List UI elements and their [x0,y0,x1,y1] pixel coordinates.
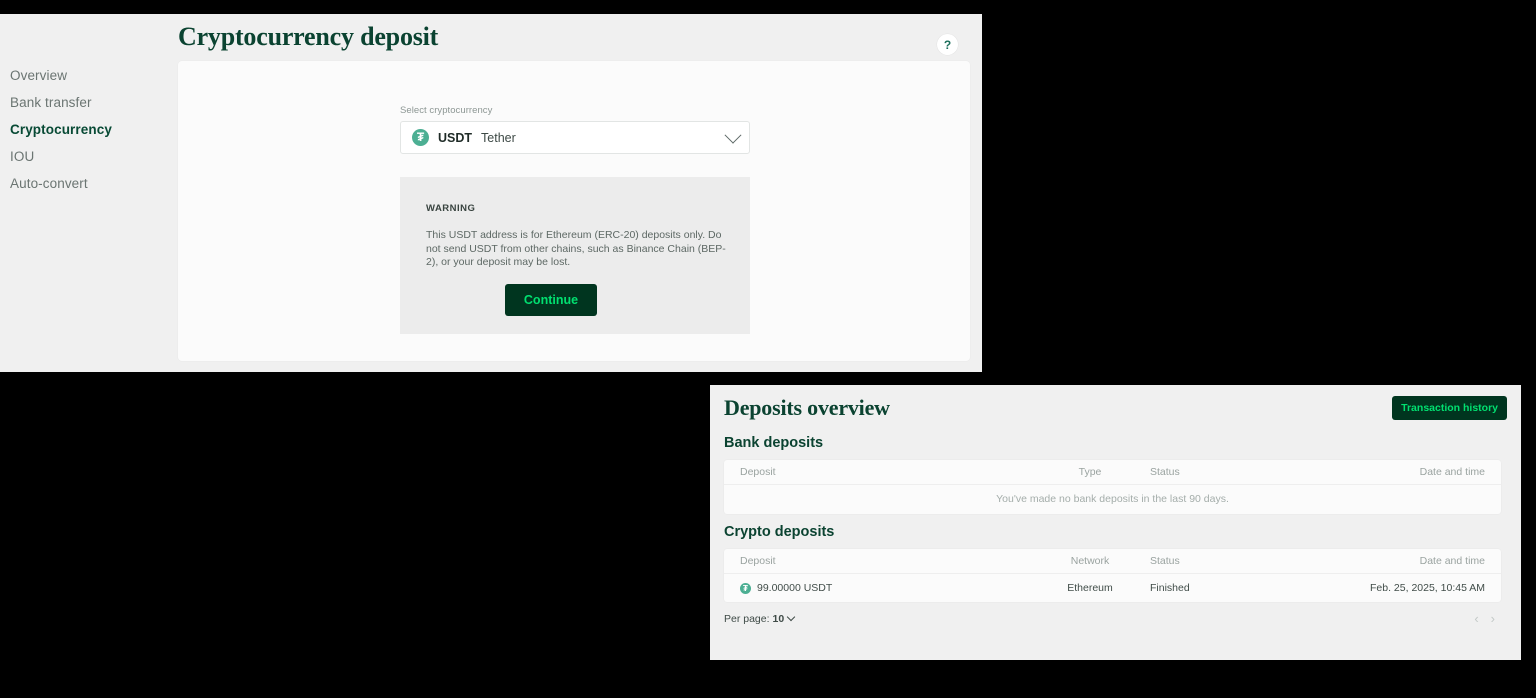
column-header-status: Status [1150,555,1180,567]
tether-icon [740,582,751,594]
bank-deposits-empty-message: You've made no bank deposits in the last… [996,493,1229,505]
cell-network: Ethereum [1067,582,1113,594]
cell-status: Finished [1150,582,1190,594]
previous-page-button[interactable]: ‹ [1468,611,1484,626]
bank-deposits-title: Bank deposits [724,435,824,451]
continue-button[interactable]: Continue [505,284,597,316]
column-header-deposit: Deposit [740,555,776,567]
crypto-deposits-title: Crypto deposits [724,524,835,540]
transaction-history-button[interactable]: Transaction history [1392,396,1507,420]
tether-icon [412,129,429,146]
cell-deposit-amount: 99.00000 USDT [740,582,1030,594]
column-header-deposit: Deposit [740,466,776,478]
sidebar-item-bank-transfer[interactable]: Bank transfer [0,89,178,116]
chevron-down-icon [724,126,742,144]
table-header-row: Deposit Type Status Date and time [724,460,1501,485]
sidebar-item-cryptocurrency[interactable]: Cryptocurrency [0,116,178,143]
sidebar-nav: Overview Bank transfer Cryptocurrency IO… [0,14,178,372]
deposits-overview-window: Deposits overview Transaction history Ba… [710,385,1521,660]
cryptocurrency-select[interactable]: USDT Tether [400,121,750,154]
deposit-header: Cryptocurrency deposit ? [178,14,982,61]
warning-text: This USDT address is for Ethereum (ERC-2… [426,229,726,268]
cryptocurrency-deposit-window: Overview Bank transfer Cryptocurrency IO… [0,14,982,372]
overview-header: Deposits overview Transaction history [718,395,1507,425]
column-header-status: Status [1150,466,1180,478]
per-page-label: Per page: [724,612,770,625]
column-header-type: Type [1078,466,1102,478]
column-header-network: Network [1070,555,1110,567]
crypto-select-group: Select cryptocurrency USDT Tether [400,105,750,154]
deposit-main-area: Cryptocurrency deposit ? Select cryptocu… [178,14,982,372]
bank-deposits-table: Deposit Type Status Date and time You've… [724,460,1501,514]
overview-title: Deposits overview [724,395,890,420]
warning-panel: WARNING This USDT address is for Ethereu… [400,177,750,334]
sidebar-item-overview[interactable]: Overview [0,62,178,89]
table-row[interactable]: 99.00000 USDT Ethereum Finished Feb. 25,… [724,574,1501,602]
pagination-bar: Per page: 10 ‹ › [724,611,1501,626]
deposit-amount-text: 99.00000 USDT [757,582,833,594]
sidebar-item-auto-convert[interactable]: Auto-convert [0,170,178,197]
cell-date: Feb. 25, 2025, 10:45 AM [1370,582,1485,594]
select-cryptocurrency-label: Select cryptocurrency [400,105,493,116]
crypto-deposits-table: Deposit Network Status Date and time 99.… [724,549,1501,602]
chevron-down-icon [786,612,796,621]
pager-controls: ‹ › [1468,611,1501,626]
page-title: Cryptocurrency deposit [178,22,439,51]
next-page-button[interactable]: › [1485,611,1501,626]
column-header-date: Date and time [1419,466,1485,478]
column-header-date: Date and time [1419,555,1485,567]
per-page-selector[interactable]: 10 [770,612,796,625]
table-header-row: Deposit Network Status Date and time [724,549,1501,574]
selected-currency-code: USDT [438,130,473,145]
help-icon[interactable]: ? [937,34,958,55]
deposit-card: Select cryptocurrency USDT Tether WARNIN… [178,61,970,361]
sidebar-item-iou[interactable]: IOU [0,143,178,170]
per-page-value: 10 [772,612,785,625]
warning-title: WARNING [426,203,476,214]
selected-currency-name: Tether [481,130,516,145]
